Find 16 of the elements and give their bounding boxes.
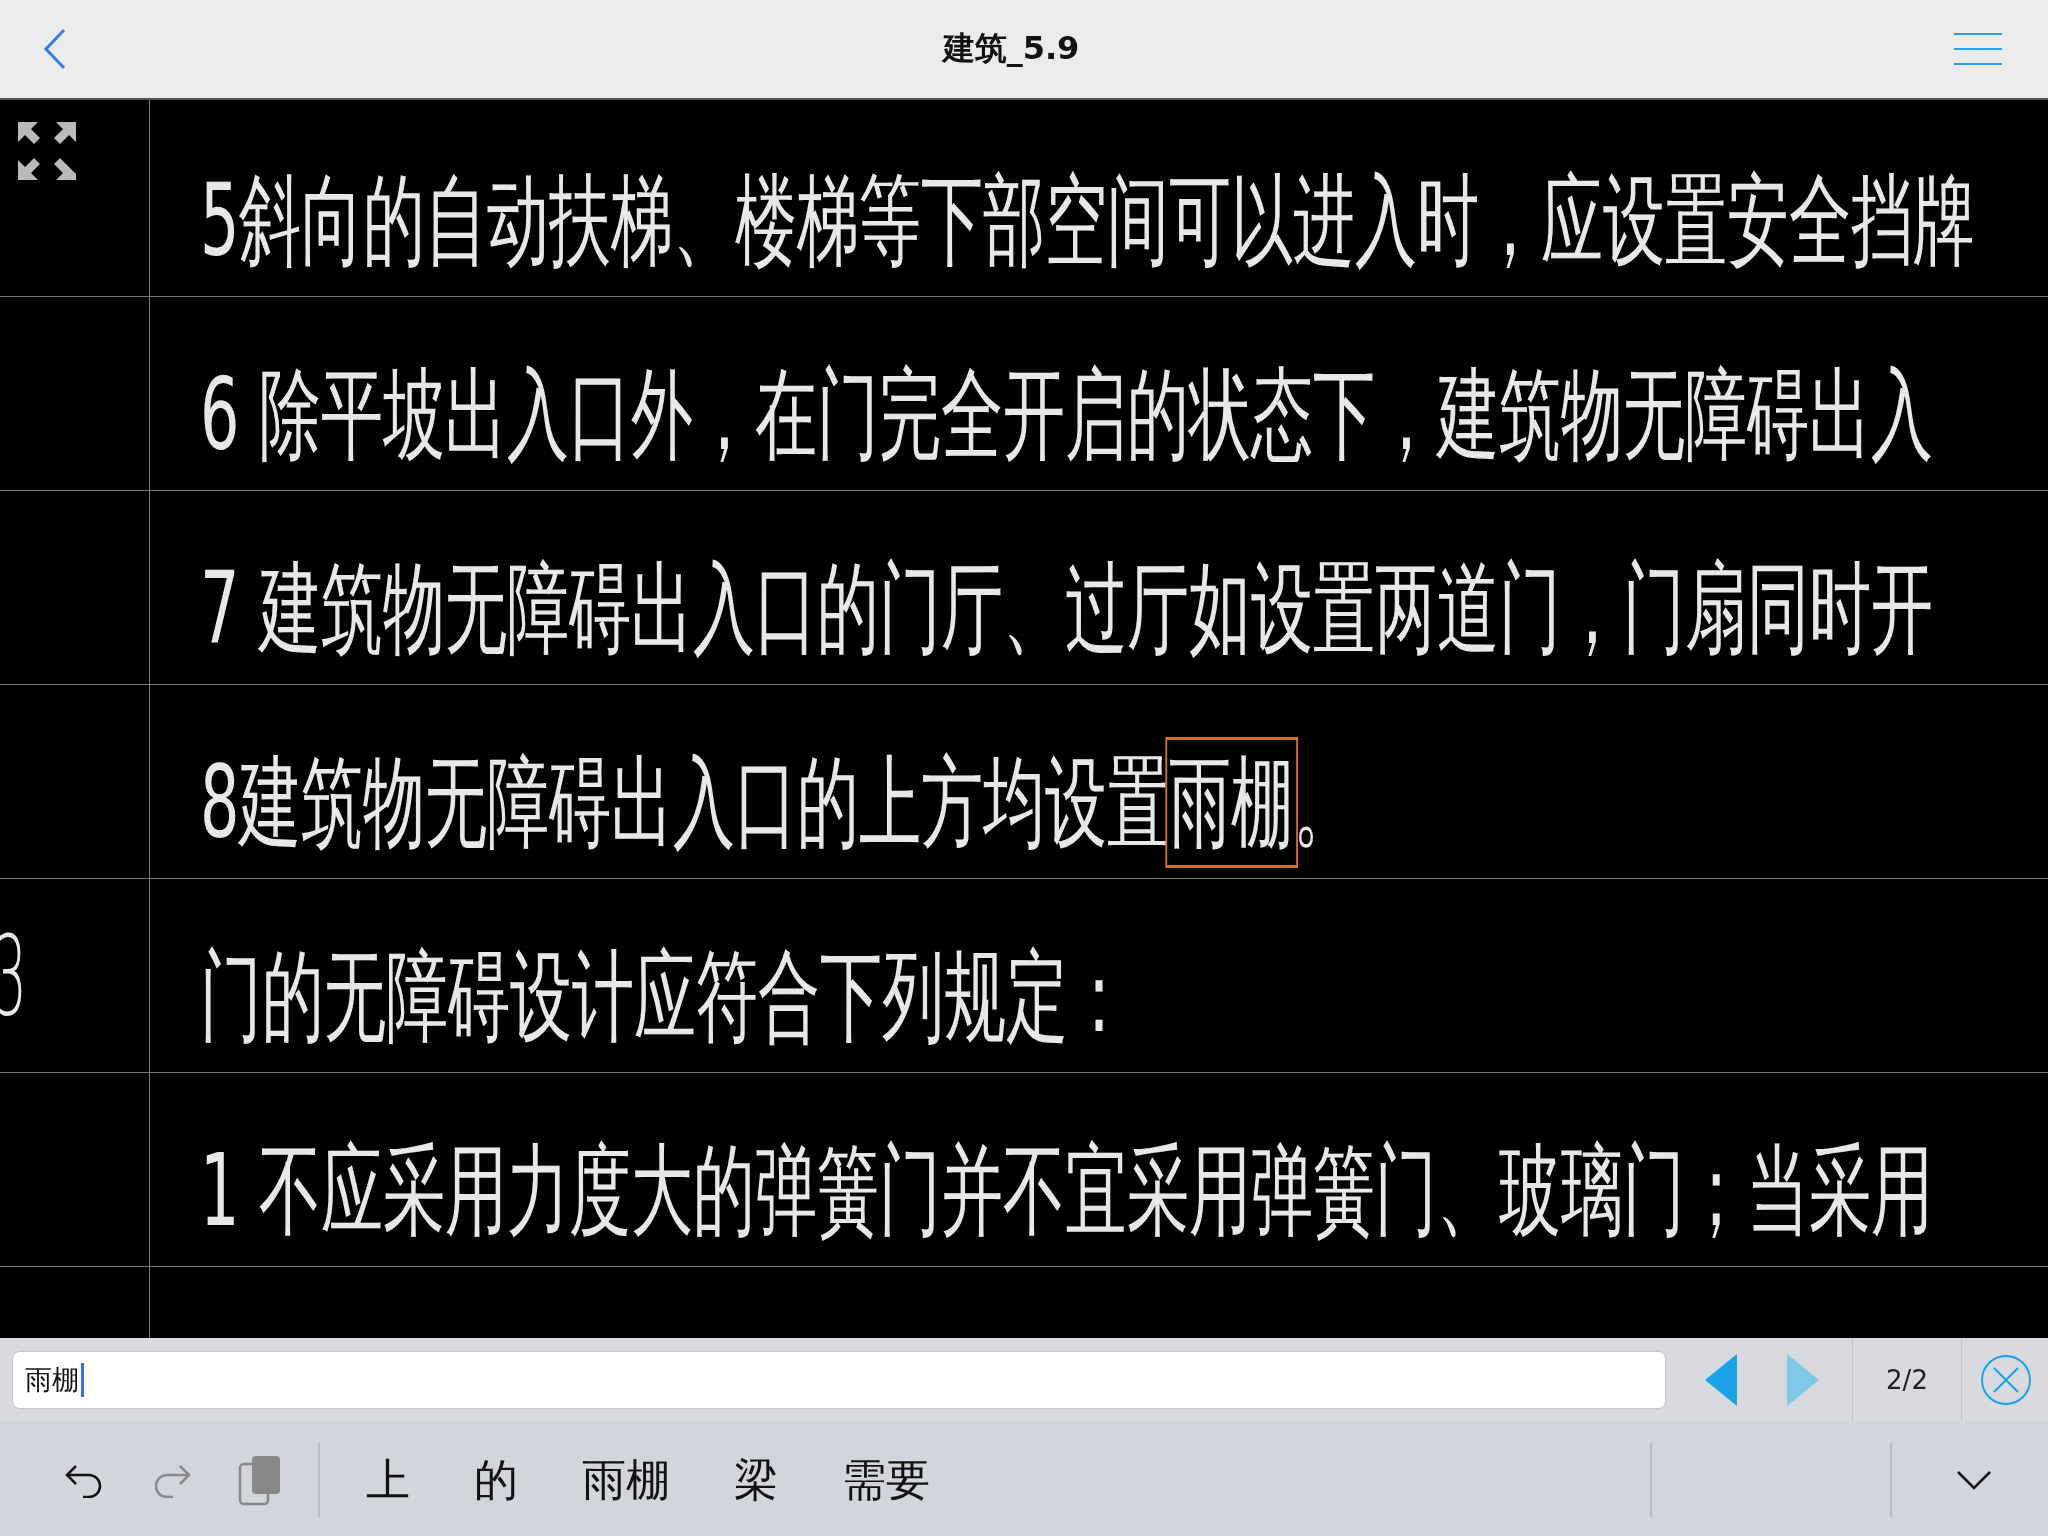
drawing-text: 5斜向的自动扶梯、楼梯等下部空间可以进入时，应设置安全挡牌 [200, 161, 1976, 281]
drawing-text: 门的无障碍设计应符合下列规定： [200, 937, 1130, 1057]
window-title: 建筑_5.9 [942, 28, 1080, 69]
suggestion[interactable]: 雨棚 [550, 1450, 702, 1510]
suggestion[interactable]: 的 [442, 1450, 550, 1510]
back-icon[interactable] [42, 27, 68, 71]
suggestion[interactable]: 梁 [702, 1450, 810, 1510]
suggestion[interactable]: 上 [334, 1450, 442, 1510]
drawing-text: 6 除平坡出入口外，在门完全开启的状态下，建筑物无障碍出入 [200, 355, 1934, 475]
search-field[interactable]: 雨棚 [12, 1351, 1666, 1409]
match-counter: 2/2 [1885, 1365, 1929, 1395]
menu-icon[interactable] [1954, 32, 2002, 66]
expand-icon[interactable] [16, 120, 78, 182]
drawing-text: 1 不应采用力度大的弹簧门并不宜采用弹簧门、玻璃门；当采用 [200, 1131, 1934, 1251]
suggestion[interactable]: 需要 [810, 1450, 962, 1510]
drawing-text: 7 建筑物无障碍出入口的门厅、过厅如设置两道门，门扇同时开 [200, 549, 1934, 669]
